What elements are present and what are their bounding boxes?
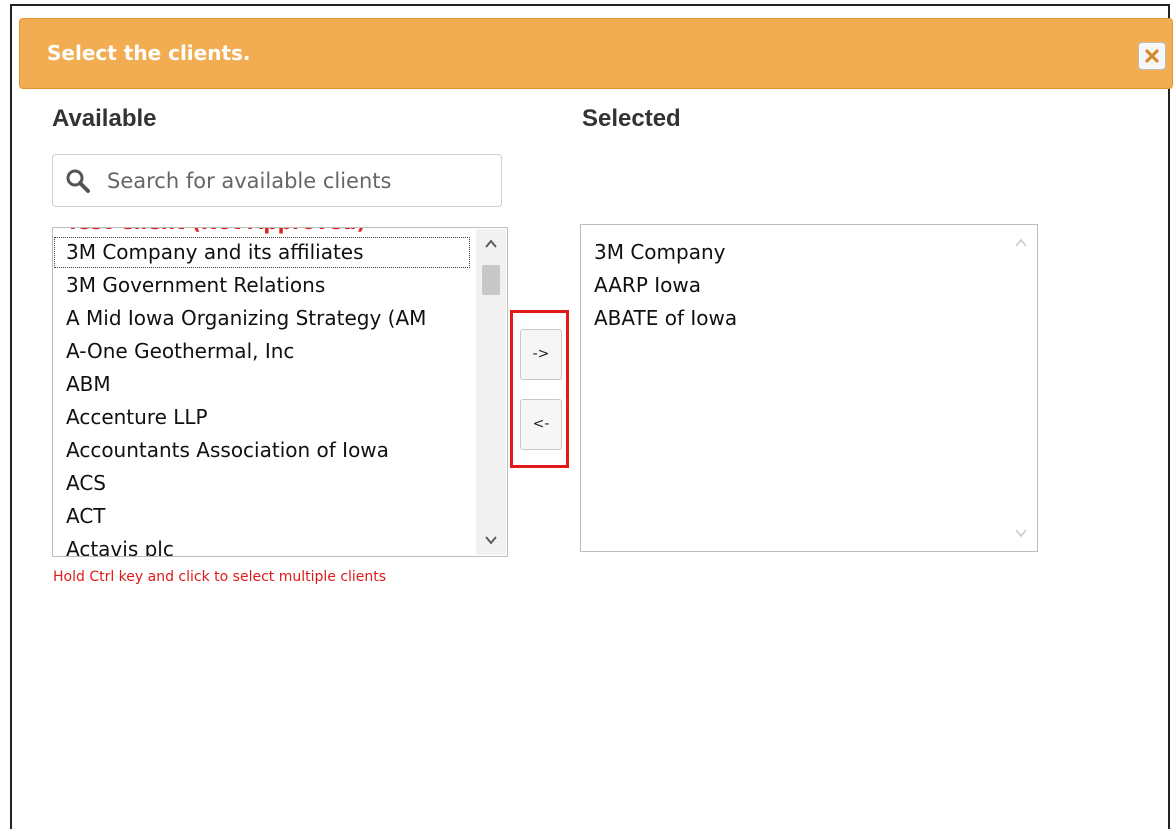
selected-heading: Selected bbox=[582, 105, 681, 132]
list-item[interactable]: 3M Government Relations bbox=[53, 269, 471, 302]
chevron-up-icon[interactable] bbox=[484, 237, 498, 251]
list-item[interactable]: 3M Company bbox=[581, 236, 1001, 269]
selected-scrollbar[interactable] bbox=[1006, 226, 1036, 550]
multi-select-hint: Hold Ctrl key and click to select multip… bbox=[53, 569, 387, 585]
available-clients-list[interactable]: Test Client (Not Approved) 3M Company an… bbox=[52, 227, 508, 557]
list-item[interactable]: Accenture LLP bbox=[53, 401, 471, 434]
list-item[interactable]: ACS bbox=[53, 467, 471, 500]
list-item[interactable]: ABATE of Iowa bbox=[581, 302, 1001, 335]
add-selected-button[interactable]: -> bbox=[520, 329, 562, 380]
list-item[interactable]: AARP Iowa bbox=[581, 269, 1001, 302]
remove-selected-button[interactable]: <- bbox=[520, 399, 562, 450]
search-input[interactable] bbox=[107, 167, 487, 195]
chevron-down-icon[interactable] bbox=[1014, 526, 1028, 540]
close-button[interactable] bbox=[1138, 42, 1166, 70]
available-heading: Available bbox=[52, 105, 157, 132]
list-item[interactable]: Test Client (Not Approved) bbox=[53, 228, 471, 236]
list-item[interactable]: 3M Company and its affiliates bbox=[53, 236, 471, 269]
list-item[interactable]: Actavis plc bbox=[53, 533, 471, 556]
close-x-icon bbox=[1145, 49, 1159, 63]
available-scrollbar[interactable] bbox=[476, 229, 506, 555]
search-box bbox=[52, 154, 502, 207]
move-buttons-group: -> <- bbox=[510, 310, 569, 468]
scroll-thumb[interactable] bbox=[482, 265, 500, 295]
dialog-title: Select the clients. bbox=[47, 41, 251, 65]
list-item[interactable]: A-One Geothermal, Inc bbox=[53, 335, 471, 368]
dialog-titlebar: Select the clients. bbox=[19, 18, 1173, 89]
selected-clients-list[interactable]: 3M Company AARP Iowa ABATE of Iowa bbox=[580, 224, 1038, 552]
chevron-up-icon[interactable] bbox=[1014, 236, 1028, 250]
search-icon bbox=[66, 169, 90, 193]
list-item[interactable]: ABM bbox=[53, 368, 471, 401]
list-item[interactable]: A Mid Iowa Organizing Strategy (AM bbox=[53, 302, 471, 335]
list-item[interactable]: ACT bbox=[53, 500, 471, 533]
chevron-down-icon[interactable] bbox=[484, 533, 498, 547]
list-item[interactable]: Accountants Association of Iowa bbox=[53, 434, 471, 467]
